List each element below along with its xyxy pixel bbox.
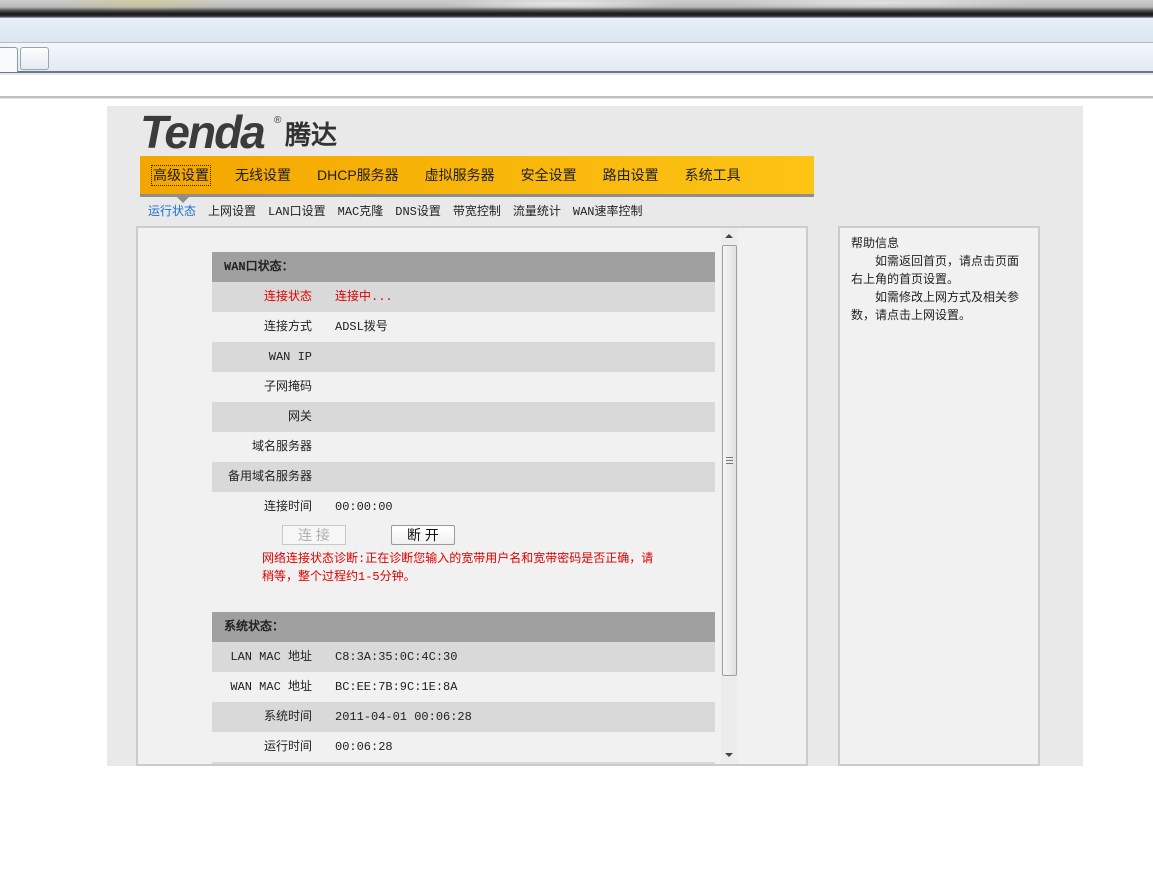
- status-row-system-time: 系统时间 2011-04-01 00:06:28: [212, 702, 715, 732]
- help-paragraph: 如需返回首页，请点击页面 右上角的首页设置。: [851, 252, 1031, 288]
- diagnostic-line: 网络连接状态诊断:正在诊断您输入的宽带用户名和宽带密码是否正确，请: [262, 552, 654, 566]
- nav-item-routing-settings[interactable]: 路由设置: [601, 165, 661, 186]
- status-row-wan-ip: WAN IP: [212, 342, 715, 372]
- sub-nav: 运行状态 上网设置 LAN口设置 MAC克隆 DNS设置 带宽控制 流量统计 W…: [148, 204, 643, 220]
- wan-status-header: WAN口状态：: [212, 252, 715, 282]
- browser-title-strip: [0, 0, 1153, 18]
- browser-tab[interactable]: [0, 47, 18, 72]
- row-value: [312, 342, 335, 372]
- browser-toolbar: [0, 18, 1153, 42]
- wan-status-title: WAN口状态：: [224, 260, 294, 274]
- row-label: LAN MAC 地址: [230, 650, 312, 664]
- row-value: 00:06:28: [335, 740, 393, 754]
- nav-item-advanced-settings[interactable]: 高级设置: [151, 164, 211, 186]
- subnav-item-dns-settings[interactable]: DNS设置: [395, 204, 441, 220]
- connect-button[interactable]: 连 接: [282, 525, 346, 545]
- row-value: [312, 462, 335, 492]
- diagnostic-message: 网络连接状态诊断:正在诊断您输入的宽带用户名和宽带密码是否正确，请 稍等，整个过…: [262, 550, 715, 586]
- row-label: WAN MAC 地址: [230, 680, 312, 694]
- status-row-connection-time: 连接时间 00:00:00: [212, 492, 715, 522]
- nav-item-wireless-settings[interactable]: 无线设置: [233, 165, 293, 186]
- new-tab-button[interactable]: [20, 47, 49, 70]
- row-value: BC:EE:7B:9C:1E:8A: [335, 680, 458, 694]
- status-row-dns-server: 域名服务器: [212, 432, 715, 462]
- main-nav: 高级设置 无线设置 DHCP服务器 虚拟服务器 安全设置 路由设置 系统工具: [140, 156, 814, 194]
- router-admin-frame: Tenda ® 腾达 高级设置 无线设置 DHCP服务器 虚拟服务器 安全设置 …: [107, 106, 1083, 766]
- row-label: 备用域名服务器: [227, 470, 312, 484]
- disconnect-button[interactable]: 断 开: [391, 525, 455, 545]
- scroll-up-arrow-icon[interactable]: [725, 234, 733, 238]
- status-row-cut-off: [212, 762, 715, 764]
- help-line: 如需返回首页，请点击页面: [875, 254, 1020, 268]
- system-status-header: 系统状态：: [212, 612, 715, 642]
- connection-buttons: 连 接 断 开: [212, 522, 715, 550]
- row-label: 连接时间: [263, 500, 312, 514]
- subnav-item-mac-clone[interactable]: MAC克隆: [338, 204, 384, 220]
- scrollbar-grip-icon: [726, 457, 733, 464]
- tenda-logo-chinese: 腾达: [285, 120, 338, 150]
- nav-item-security-settings[interactable]: 安全设置: [519, 165, 579, 186]
- status-panel: WAN口状态： 连接状态 连接中... 连接方式 ADSL拨号 WAN IP 子…: [136, 226, 808, 766]
- help-title: 帮助信息: [851, 236, 900, 250]
- help-body: 帮助信息 如需返回首页，请点击页面 右上角的首页设置。 如需修改上网方式及相关参…: [851, 234, 1031, 324]
- help-panel: 帮助信息 如需返回首页，请点击页面 右上角的首页设置。 如需修改上网方式及相关参…: [838, 226, 1040, 766]
- help-line: 数，请点击上网设置。: [851, 308, 972, 322]
- row-label: 连接方式: [263, 320, 312, 334]
- row-value: [312, 372, 335, 402]
- row-label: 域名服务器: [251, 440, 312, 454]
- row-label: 网关: [287, 410, 312, 424]
- help-paragraph: 如需修改上网方式及相关参 数，请点击上网设置。: [851, 288, 1031, 324]
- nav-item-dhcp-server[interactable]: DHCP服务器: [315, 165, 401, 186]
- row-value: C8:3A:35:0C:4C:30: [335, 650, 458, 664]
- content-scrollbar[interactable]: [721, 229, 738, 763]
- diagnostic-line: 稍等，整个过程约1-5分钟。: [262, 570, 416, 584]
- row-value: [312, 432, 335, 462]
- row-value: 00:00:00: [335, 500, 393, 514]
- row-label: 运行时间: [263, 740, 312, 754]
- nav-item-virtual-server[interactable]: 虚拟服务器: [423, 165, 497, 186]
- system-status-title: 系统状态：: [224, 620, 285, 634]
- status-row-wan-mac: WAN MAC 地址 BC:EE:7B:9C:1E:8A: [212, 672, 715, 702]
- subnav-item-bandwidth-control[interactable]: 带宽控制: [453, 204, 501, 220]
- subnav-item-traffic-stats[interactable]: 流量统计: [513, 204, 561, 220]
- row-label: WAN IP: [268, 350, 312, 364]
- status-row-lan-mac: LAN MAC 地址 C8:3A:35:0C:4C:30: [212, 642, 715, 672]
- row-label: 子网掩码: [263, 380, 312, 394]
- status-row-subnet-mask: 子网掩码: [212, 372, 715, 402]
- row-value: 2011-04-01 00:06:28: [335, 710, 472, 724]
- nav-item-system-tools[interactable]: 系统工具: [683, 165, 743, 186]
- scroll-down-arrow-icon[interactable]: [725, 753, 733, 757]
- row-label: 连接状态: [263, 290, 312, 304]
- scrollbar-thumb[interactable]: [722, 245, 737, 676]
- subnav-item-internet-settings[interactable]: 上网设置: [208, 204, 256, 220]
- tenda-logo: Tenda: [140, 106, 266, 158]
- browser-content-divider: [0, 96, 1153, 99]
- browser-toolbar-divider: [0, 73, 1153, 75]
- status-row-uptime: 运行时间 00:06:28: [212, 732, 715, 762]
- nav-underline: [140, 194, 814, 197]
- subnav-item-lan-settings[interactable]: LAN口设置: [268, 204, 326, 220]
- help-line: 如需修改上网方式及相关参: [875, 290, 1020, 304]
- status-row-connection-state: 连接状态 连接中...: [212, 282, 715, 312]
- subnav-item-running-status[interactable]: 运行状态: [148, 204, 196, 220]
- row-value: [312, 402, 335, 432]
- status-row-backup-dns-server: 备用域名服务器: [212, 462, 715, 492]
- row-label: 系统时间: [263, 710, 312, 724]
- status-content: WAN口状态： 连接状态 连接中... 连接方式 ADSL拨号 WAN IP 子…: [212, 252, 715, 764]
- registered-mark: ®: [274, 115, 282, 126]
- status-row-gateway: 网关: [212, 402, 715, 432]
- nav-pointer-icon: [177, 197, 189, 203]
- help-line: 右上角的首页设置。: [851, 272, 960, 286]
- status-row-connection-type: 连接方式 ADSL拨号: [212, 312, 715, 342]
- row-value: ADSL拨号: [335, 320, 388, 334]
- row-value: 连接中...: [335, 290, 393, 304]
- browser-tab-strip: [0, 42, 1153, 73]
- subnav-item-wan-speed-control[interactable]: WAN速率控制: [573, 204, 643, 220]
